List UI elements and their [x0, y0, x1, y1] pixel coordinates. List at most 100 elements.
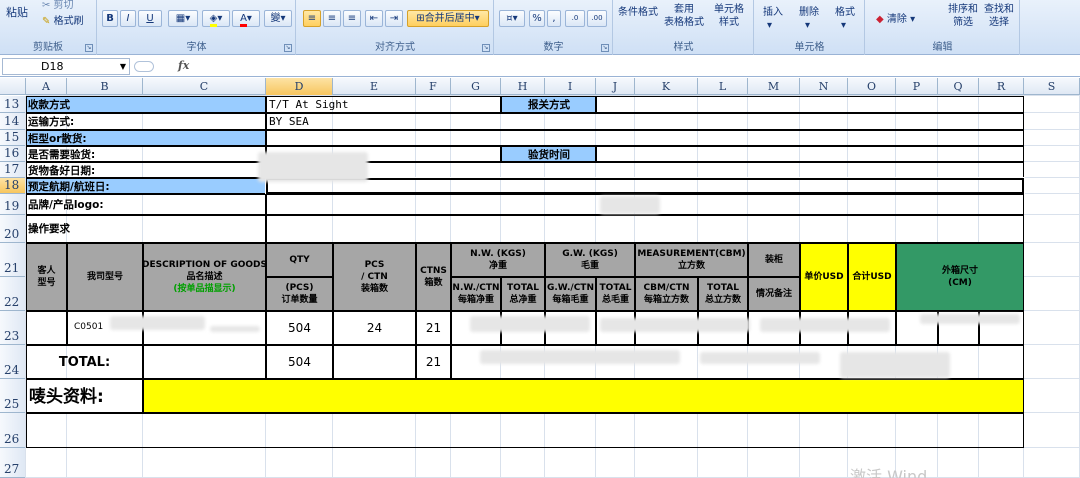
- table-format-button[interactable]: 套用 表格格式: [664, 3, 704, 29]
- merge-center-button[interactable]: ⊞合并后居中▾: [407, 10, 489, 27]
- clipboard-launcher-icon[interactable]: ↘: [85, 44, 93, 52]
- voyage-label-cell[interactable]: 预定航期/航班日:: [26, 178, 266, 194]
- row23-qty-cell[interactable]: 504: [266, 311, 333, 345]
- percent-button[interactable]: %: [529, 10, 545, 27]
- operation-label-cell[interactable]: 操作要求: [26, 215, 266, 243]
- column-header-g[interactable]: G: [451, 78, 501, 95]
- insert-function-icon[interactable]: fx: [178, 59, 189, 72]
- mark-value-cell[interactable]: [143, 379, 1024, 413]
- row-header-22[interactable]: 22: [0, 277, 26, 311]
- ready-date-value-cell[interactable]: [266, 162, 1024, 178]
- inspection-label-cell[interactable]: 是否需要验货:: [26, 146, 266, 162]
- payment-label-cell[interactable]: 收款方式: [26, 96, 266, 113]
- total-pcs-ctn-cell[interactable]: [333, 345, 416, 379]
- border-button[interactable]: ▦▾: [168, 10, 198, 27]
- column-header-f[interactable]: F: [416, 78, 451, 95]
- comma-button[interactable]: ,: [547, 10, 561, 27]
- cell-style-button[interactable]: 单元格 样式: [714, 3, 744, 29]
- mark-label-cell[interactable]: 唛头资料:: [26, 379, 143, 413]
- paste-button[interactable]: 粘贴: [6, 4, 28, 20]
- accounting-format-button[interactable]: ¤▾: [499, 10, 525, 27]
- column-header-q[interactable]: Q: [938, 78, 979, 95]
- row-header-13[interactable]: 13: [0, 96, 26, 113]
- select-all-corner[interactable]: [0, 78, 26, 95]
- row-header-24[interactable]: 24: [0, 345, 26, 379]
- customs-value-cell[interactable]: [596, 96, 1024, 113]
- row-header-14[interactable]: 14: [0, 113, 26, 130]
- row26-cell[interactable]: [26, 413, 1024, 448]
- insert-dropdown-icon[interactable]: ▾: [767, 20, 772, 31]
- insert-button[interactable]: 插入: [763, 3, 783, 18]
- row-header-16[interactable]: 16: [0, 146, 26, 162]
- column-header-c[interactable]: C: [143, 78, 266, 95]
- font-color-button[interactable]: A▾: [232, 10, 260, 27]
- row-header-18[interactable]: 18: [0, 178, 26, 194]
- row-header-21[interactable]: 21: [0, 243, 26, 277]
- row-header-25[interactable]: 25: [0, 379, 26, 413]
- increase-decimal-button[interactable]: .0: [565, 10, 585, 27]
- data-cell-r23-c0[interactable]: [26, 311, 67, 345]
- ready-date-label-cell[interactable]: 货物备好日期:: [26, 162, 266, 178]
- transport-value-cell[interactable]: BY SEA: [266, 113, 1024, 130]
- underline-button[interactable]: U: [138, 10, 162, 27]
- number-launcher-icon[interactable]: ↘: [601, 44, 609, 52]
- inspection-time-value-cell[interactable]: [596, 146, 1024, 162]
- row-header-26[interactable]: 26: [0, 413, 26, 448]
- column-header-o[interactable]: O: [848, 78, 896, 95]
- container-value-cell[interactable]: [266, 130, 1024, 146]
- total-qty-cell[interactable]: 504: [266, 345, 333, 379]
- format-painter-button[interactable]: ✎ 格式刷: [42, 12, 84, 27]
- increase-indent-button[interactable]: ⇥: [385, 10, 403, 27]
- column-header-k[interactable]: K: [635, 78, 698, 95]
- conditional-format-button[interactable]: 条件格式: [618, 3, 658, 18]
- row-header-19[interactable]: 19: [0, 194, 26, 215]
- fill-color-button[interactable]: ◈▾: [202, 10, 230, 27]
- cut-icon[interactable]: ✂ 剪切: [42, 0, 74, 11]
- column-header-p[interactable]: P: [896, 78, 938, 95]
- sort-filter-button[interactable]: 排序和 筛选: [948, 3, 978, 29]
- italic-button[interactable]: I: [120, 10, 136, 27]
- find-select-button[interactable]: 查找和 选择: [984, 3, 1014, 29]
- row-header-23[interactable]: 23: [0, 311, 26, 345]
- column-header-n[interactable]: N: [800, 78, 848, 95]
- row-header-17[interactable]: 17: [0, 162, 26, 178]
- decrease-indent-button[interactable]: ⇤: [365, 10, 383, 27]
- brand-label-cell[interactable]: 品牌/产品logo:: [26, 194, 266, 215]
- format-dropdown-icon[interactable]: ▾: [841, 20, 846, 31]
- align-center-button[interactable]: ≡: [323, 10, 341, 27]
- column-header-l[interactable]: L: [698, 78, 748, 95]
- font-launcher-icon[interactable]: ↘: [284, 44, 292, 52]
- delete-button[interactable]: 删除: [799, 3, 819, 18]
- container-label-cell[interactable]: 柜型or散货:: [26, 130, 266, 146]
- name-box-dropdown-icon[interactable]: ▼: [120, 59, 126, 74]
- column-header-s[interactable]: S: [1024, 78, 1080, 95]
- column-header-d[interactable]: D: [266, 78, 333, 95]
- formula-slider[interactable]: [134, 61, 154, 72]
- row23-pcs-ctn-cell[interactable]: 24: [333, 311, 416, 345]
- phonetic-button[interactable]: 變▾: [264, 10, 292, 27]
- column-header-r[interactable]: R: [979, 78, 1024, 95]
- column-header-b[interactable]: B: [67, 78, 143, 95]
- clear-button[interactable]: ◆ 清除 ▾: [876, 10, 915, 25]
- inspection-time-label-cell[interactable]: 验货时间: [501, 146, 596, 162]
- row23-ctns-cell[interactable]: 21: [416, 311, 451, 345]
- column-header-e[interactable]: E: [333, 78, 416, 95]
- align-left-button[interactable]: ≡: [303, 10, 321, 27]
- delete-dropdown-icon[interactable]: ▾: [805, 20, 810, 31]
- row-header-20[interactable]: 20: [0, 215, 26, 243]
- row-header-15[interactable]: 15: [0, 130, 26, 146]
- voyage-value-cell-selected[interactable]: [265, 177, 1025, 195]
- total-desc-cell[interactable]: [143, 345, 266, 379]
- total-label-cell[interactable]: TOTAL:: [26, 345, 143, 379]
- bold-button[interactable]: B: [102, 10, 118, 27]
- customs-label-cell[interactable]: 报关方式: [501, 96, 596, 113]
- decrease-decimal-button[interactable]: .00: [587, 10, 607, 27]
- column-header-j[interactable]: J: [596, 78, 635, 95]
- name-box[interactable]: D18 ▼: [2, 58, 130, 75]
- operation-value-cell[interactable]: [266, 215, 1024, 243]
- row-header-27[interactable]: 27: [0, 448, 26, 478]
- column-header-a[interactable]: A: [26, 78, 67, 95]
- column-header-m[interactable]: M: [748, 78, 800, 95]
- align-right-button[interactable]: ≡: [343, 10, 361, 27]
- column-header-h[interactable]: H: [501, 78, 545, 95]
